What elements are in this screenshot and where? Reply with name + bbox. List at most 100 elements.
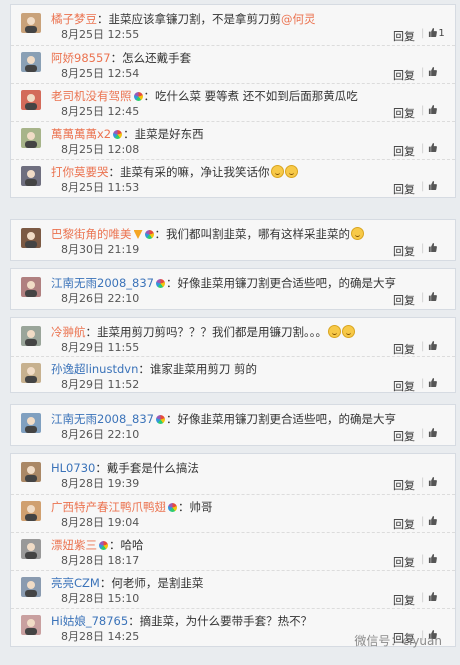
avatar[interactable]	[21, 462, 41, 482]
like-button[interactable]: |	[417, 67, 447, 78]
comment-text: ：帅哥	[178, 500, 213, 514]
avatar[interactable]	[21, 363, 41, 383]
comment-line: 孙逸超linustdvn：谁家韭菜用剪刀 剪的	[51, 361, 257, 377]
mention-link[interactable]: @何灵	[281, 12, 316, 26]
like-button[interactable]: |	[417, 181, 447, 192]
comment-panel: 江南无雨2008_837 ：好像韭菜用镰刀割更合适些吧，的确是大亨 8月26日 22…	[10, 268, 456, 310]
reply-button[interactable]: 回复	[393, 292, 415, 308]
comment-row: 萬萬萬萬x2 ：韭菜是好东西 8月25日 12:08 回复 |	[11, 121, 455, 160]
thumbs-up-icon	[428, 105, 438, 116]
username-link[interactable]: HL0730	[51, 461, 95, 475]
like-button[interactable]: |	[417, 378, 447, 389]
like-button[interactable]: |	[417, 477, 447, 488]
like-button[interactable]: |	[417, 292, 447, 303]
vip-badge-icon	[133, 230, 143, 239]
avatar[interactable]	[21, 128, 41, 148]
username-link[interactable]: Hi姑娘_78765	[51, 614, 128, 628]
reply-button[interactable]: 回复	[393, 341, 415, 357]
timestamp: 8月25日 12:45	[61, 105, 140, 118]
timestamp: 8月30日 21:19	[61, 243, 140, 256]
avatar[interactable]	[21, 501, 41, 521]
thumbs-up-icon	[428, 516, 438, 527]
reply-button[interactable]: 回复	[393, 592, 415, 608]
username-link[interactable]: 孙逸超linustdvn	[51, 362, 138, 376]
comment-line: 橘子梦豆：韭菜应该拿镰刀割，不是拿剪刀剪@何灵	[51, 11, 316, 27]
username-link[interactable]: 橘子梦豆	[51, 12, 97, 26]
comment-row: 漂妞紫三 ：哈哈 8月28日 18:17 回复 |	[11, 532, 455, 571]
comment-panel: 橘子梦豆：韭菜应该拿镰刀割，不是拿剪刀剪@何灵 8月25日 12:55 回复 | 1 阿娇…	[10, 4, 456, 198]
avatar[interactable]	[21, 228, 41, 248]
comment-line: 萬萬萬萬x2 ：韭菜是好东西	[51, 126, 204, 142]
comment-panel: 巴黎街角的唯美 ：我们都叫割韭菜，哪有这样采韭菜的 8月30日 21:19 回复 |	[10, 219, 456, 261]
username-link[interactable]: 冷翀航	[51, 325, 86, 339]
avatar[interactable]	[21, 326, 41, 346]
avatar[interactable]	[21, 13, 41, 33]
username-link[interactable]: 江南无雨2008_837	[51, 412, 154, 426]
like-button[interactable]: |	[417, 516, 447, 527]
avatar[interactable]	[21, 413, 41, 433]
thumbs-up-icon	[428, 592, 438, 603]
thumbs-up-icon	[428, 181, 438, 192]
comment-line: 阿娇98557：怎么还戴手套	[51, 50, 191, 66]
comment-text: ：我们都叫割韭菜，哪有这样采韭菜的	[154, 227, 351, 241]
reply-button[interactable]: 回复	[393, 28, 415, 44]
rainbow-badge-icon	[168, 503, 177, 512]
like-button[interactable]: |	[417, 592, 447, 603]
username-link[interactable]: 亮亮CZM	[51, 576, 100, 590]
like-button[interactable]: |	[417, 243, 447, 254]
username-link[interactable]: 阿娇98557	[51, 51, 111, 65]
avatar[interactable]	[21, 539, 41, 559]
reply-button[interactable]: 回复	[393, 477, 415, 493]
reply-button[interactable]: 回复	[393, 428, 415, 444]
rainbow-badge-icon	[113, 130, 123, 139]
username-link[interactable]: 萬萬萬萬x2	[51, 127, 111, 141]
rainbow-badge-icon	[133, 92, 143, 101]
avatar[interactable]	[21, 615, 41, 635]
reply-button[interactable]: 回复	[393, 554, 415, 570]
reply-button[interactable]: 回复	[393, 378, 415, 394]
timestamp: 8月26日 22:10	[61, 292, 140, 305]
comment-row: 老司机没有驾照 ：吃什么菜 要等煮 还不如到后面那黄瓜吃 8月25日 12:45 回复…	[11, 83, 455, 122]
reply-button[interactable]: 回复	[393, 143, 415, 159]
comment-row: 亮亮CZM：何老师，是割韭菜 8月28日 15:10 回复 |	[11, 570, 455, 609]
reply-button[interactable]: 回复	[393, 243, 415, 259]
thumbs-up-icon	[428, 477, 438, 488]
reply-button[interactable]: 回复	[393, 181, 415, 197]
avatar[interactable]	[21, 277, 41, 297]
username-link[interactable]: 老司机没有驾照	[51, 89, 132, 103]
comment-row: 打你莫要哭：韭菜有采的嘛，净让我笑话你 8月25日 11:53 回复 |	[11, 159, 455, 198]
like-button[interactable]: |	[417, 341, 447, 352]
timestamp: 8月28日 19:04	[61, 516, 140, 529]
comment-line: HL0730：戴手套是什么搞法	[51, 460, 199, 476]
like-button[interactable]: |	[417, 554, 447, 565]
reply-button[interactable]: 回复	[393, 105, 415, 121]
comment-line: 冷翀航：韭菜用剪刀剪吗？？？我们都是用镰刀割。。。	[51, 324, 355, 340]
smiley-emoji-icon	[270, 165, 284, 178]
username-link[interactable]: 巴黎街角的唯美	[51, 227, 132, 241]
like-button[interactable]: |	[417, 428, 447, 439]
avatar[interactable]	[21, 166, 41, 186]
comment-text: ：韭菜是好东西	[123, 127, 204, 141]
comment-row: 巴黎街角的唯美 ：我们都叫割韭菜，哪有这样采韭菜的 8月30日 21:19 回复 |	[11, 222, 455, 260]
like-count: 1	[438, 28, 445, 39]
comment-line: Hi姑娘_78765：摘韭菜，为什么要带手套？热不？	[51, 613, 312, 629]
like-button[interactable]: |	[417, 143, 447, 154]
like-button[interactable]: | 1	[417, 28, 447, 39]
timestamp: 8月25日 12:08	[61, 143, 140, 156]
avatar[interactable]	[21, 90, 41, 110]
username-link[interactable]: 江南无雨2008_837	[51, 276, 154, 290]
username-link[interactable]: 打你莫要哭	[51, 165, 109, 179]
thumbs-up-icon	[428, 67, 438, 78]
smiley-emoji-icon	[328, 325, 341, 338]
reply-button[interactable]: 回复	[393, 67, 415, 83]
username-link[interactable]: 漂妞紫三	[51, 538, 97, 552]
comment-row: 广西特产春江鸭爪鸭翅 ：帅哥 8月28日 19:04 回复 |	[11, 494, 455, 533]
comment-line: 江南无雨2008_837 ：好像韭菜用镰刀割更合适些吧，的确是大亨	[51, 275, 396, 291]
avatar[interactable]	[21, 52, 41, 72]
like-button[interactable]: |	[417, 105, 447, 116]
reply-button[interactable]: 回复	[393, 516, 415, 532]
avatar[interactable]	[21, 577, 41, 597]
comment-text: ：韭菜用剪刀剪吗？？？我们都是用镰刀割。。。	[85, 325, 328, 339]
username-link[interactable]: 广西特产春江鸭爪鸭翅	[51, 500, 166, 514]
timestamp: 8月28日 19:39	[61, 477, 140, 490]
